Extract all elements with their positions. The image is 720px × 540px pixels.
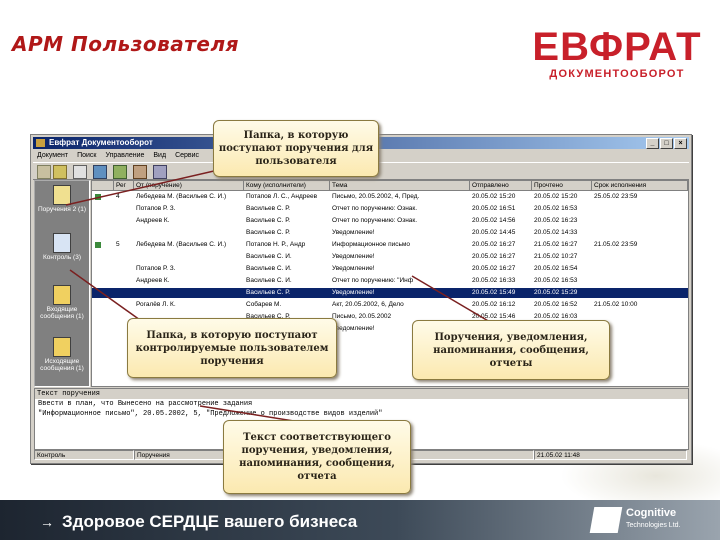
- connector-messages: [411, 275, 491, 323]
- cognitive-mark-icon: [589, 507, 623, 533]
- connector-control: [69, 269, 141, 321]
- company-sub: Technologies Ltd.: [626, 522, 681, 529]
- slogan: Здоровое СЕРДЦЕ вашего бизнеса: [62, 512, 358, 531]
- company-name: Cognitive: [626, 507, 677, 519]
- callout-folder: Папка, в которую поступают поручения для…: [213, 120, 379, 177]
- callout-messages: Поручения, уведомления, напоминания, соо…: [412, 320, 610, 380]
- callout-control: Папка, в которую поступают контролируемы…: [127, 318, 337, 378]
- callout-text: Текст соответствующего поручения, уведом…: [223, 420, 411, 494]
- cognitive-logo: Cognitive Technologies Ltd.: [589, 505, 704, 535]
- slogan-arrow: →: [40, 514, 54, 530]
